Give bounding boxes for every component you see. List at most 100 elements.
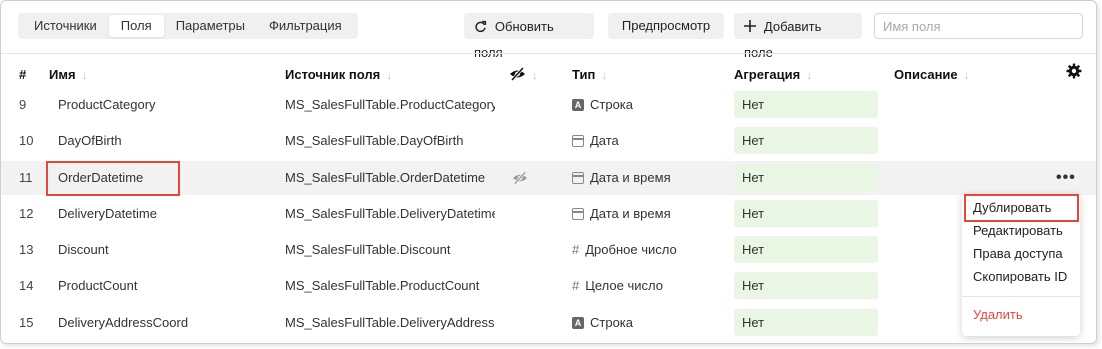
col-aggregation[interactable]: Агрегация ↓ [734, 67, 812, 82]
row-aggregation-select[interactable]: Нет [734, 236, 878, 263]
refresh-icon [474, 18, 491, 34]
menu-item-copy-id[interactable]: Скопировать ID [962, 265, 1080, 288]
string-icon: A [572, 99, 584, 111]
row-num: 11 [19, 170, 33, 185]
sort-arrow-icon: ↓ [532, 68, 538, 82]
menu-item-access-rights[interactable]: Права доступа [962, 242, 1080, 265]
sort-arrow-icon: ↓ [806, 68, 813, 82]
table-row-hovered[interactable]: 11 OrderDatetime MS_SalesFullTable.Order… [1, 161, 1096, 195]
col-description-label: Описание [894, 67, 958, 82]
row-num: 9 [19, 97, 27, 112]
row-num: 14 [19, 278, 34, 293]
table-row[interactable]: 12 DeliveryDatetime MS_SalesFullTable.De… [1, 197, 1096, 231]
tab-filtering[interactable]: Фильтрация [257, 15, 354, 37]
row-num: 10 [19, 133, 34, 148]
row-type[interactable]: Дата и время [572, 197, 671, 231]
menu-divider [962, 296, 1080, 297]
row-name: DeliveryAddressCoord [58, 315, 189, 330]
preview-button[interactable]: Предпросмотр [608, 13, 724, 39]
field-search-input[interactable] [874, 13, 1083, 39]
row-num: 13 [19, 242, 34, 257]
toolbar-divider [1, 53, 1096, 54]
row-source: MS_SalesFullTable.ProductCategory [285, 97, 495, 112]
row-source: MS_SalesFullTable.DeliveryAddressCoord [285, 315, 495, 330]
datetime-icon [572, 208, 584, 220]
tab-sources[interactable]: Источники [22, 15, 109, 37]
date-icon [572, 135, 584, 147]
table-header: # Имя ↓ Источник поля ↓ ↓ Тип ↓ Агрегация ↓ … [1, 61, 1096, 87]
row-aggregation-select[interactable]: Нет [734, 200, 878, 227]
table-row[interactable]: 9 ProductCategory MS_SalesFullTable.Prod… [1, 88, 1096, 122]
row-name: Discount [58, 242, 109, 257]
datetime-icon [572, 172, 584, 184]
table-row[interactable]: 13 Discount MS_SalesFullTable.Discount #… [1, 233, 1096, 267]
tab-parameters[interactable]: Параметры [164, 15, 257, 37]
row-source: MS_SalesFullTable.ProductCount [285, 278, 480, 293]
gear-icon[interactable] [1066, 63, 1082, 79]
col-type-label: Тип [572, 67, 596, 82]
row-aggregation-select[interactable]: Нет [734, 164, 878, 191]
row-type[interactable]: Дата и время [572, 161, 671, 195]
col-aggregation-label: Агрегация [734, 67, 801, 82]
row-name: OrderDatetime [58, 170, 144, 185]
table-row[interactable]: 15 DeliveryAddressCoord MS_SalesFullTabl… [1, 306, 1096, 340]
col-source[interactable]: Источник поля ↓ [285, 67, 392, 82]
row-aggregation-select[interactable]: Нет [734, 309, 878, 336]
row-name: ProductCount [58, 278, 138, 293]
row-type-label: Дата и время [590, 206, 671, 221]
row-type-label: Дата [590, 133, 619, 148]
col-hidden[interactable]: ↓ [509, 66, 538, 82]
row-num: 12 [19, 206, 34, 221]
row-name: ProductCategory [58, 97, 156, 112]
section-tabs: Источники Поля Параметры Фильтрация [18, 13, 358, 39]
row-num: 15 [19, 315, 34, 330]
row-source: MS_SalesFullTable.DeliveryDatetime [285, 206, 495, 221]
menu-item-delete[interactable]: Удалить [962, 303, 1080, 326]
row-source: MS_SalesFullTable.OrderDatetime [285, 170, 486, 185]
more-actions-button[interactable]: ••• [1056, 161, 1076, 195]
eye-crossed-icon [510, 66, 525, 82]
row-source: MS_SalesFullTable.DayOfBirth [285, 133, 464, 148]
col-num: # [19, 67, 26, 82]
row-type-label: Строка [590, 315, 634, 330]
preview-label: Предпросмотр [621, 18, 711, 33]
eye-crossed-icon[interactable] [512, 171, 528, 185]
row-type-label: Дробное число [585, 242, 677, 257]
sort-arrow-icon: ↓ [601, 68, 608, 82]
row-type-label: Дата и время [590, 170, 671, 185]
refresh-fields-button[interactable]: Обновить поля [464, 13, 594, 60]
row-aggregation-select[interactable]: Нет [734, 127, 878, 154]
row-type[interactable]: A Строка [572, 88, 633, 122]
string-icon: A [572, 317, 584, 329]
sort-arrow-icon: ↓ [963, 68, 970, 82]
row-type[interactable]: A Строка [572, 306, 633, 340]
row-context-menu: Дублировать Редактировать Права доступа … [962, 194, 1080, 336]
col-name-label: Имя [49, 67, 76, 82]
row-type[interactable]: # Дробное число [572, 233, 677, 267]
tab-fields[interactable]: Поля [108, 15, 164, 37]
col-source-label: Источник поля [285, 67, 381, 82]
row-type-label: Строка [590, 97, 634, 112]
dataset-editor: Источники Поля Параметры Фильтрация Обно… [0, 0, 1097, 344]
col-name[interactable]: Имя ↓ [49, 67, 88, 82]
add-field-button[interactable]: Добавить поле [734, 13, 862, 60]
row-type-label: Целое число [585, 278, 663, 293]
row-name: DeliveryDatetime [58, 206, 157, 221]
plus-icon [744, 18, 760, 34]
row-aggregation-select[interactable]: Нет [734, 272, 878, 299]
row-type[interactable]: # Целое число [572, 269, 663, 303]
row-aggregation-select[interactable]: Нет [734, 91, 878, 118]
table-row[interactable]: 14 ProductCount MS_SalesFullTable.Produc… [1, 269, 1096, 303]
sort-arrow-icon: ↓ [81, 68, 88, 82]
col-num-label: # [19, 67, 27, 82]
hash-icon: # [572, 278, 580, 293]
table-row[interactable]: 10 DayOfBirth MS_SalesFullTable.DayOfBir… [1, 124, 1096, 158]
col-description[interactable]: Описание ↓ [894, 67, 970, 82]
col-type[interactable]: Тип ↓ [572, 67, 607, 82]
sort-arrow-icon: ↓ [386, 68, 393, 82]
hash-icon: # [572, 242, 580, 257]
row-source: MS_SalesFullTable.Discount [285, 242, 451, 257]
row-type[interactable]: Дата [572, 124, 619, 158]
menu-item-edit[interactable]: Редактировать [962, 219, 1080, 242]
menu-item-duplicate[interactable]: Дублировать [962, 196, 1080, 219]
